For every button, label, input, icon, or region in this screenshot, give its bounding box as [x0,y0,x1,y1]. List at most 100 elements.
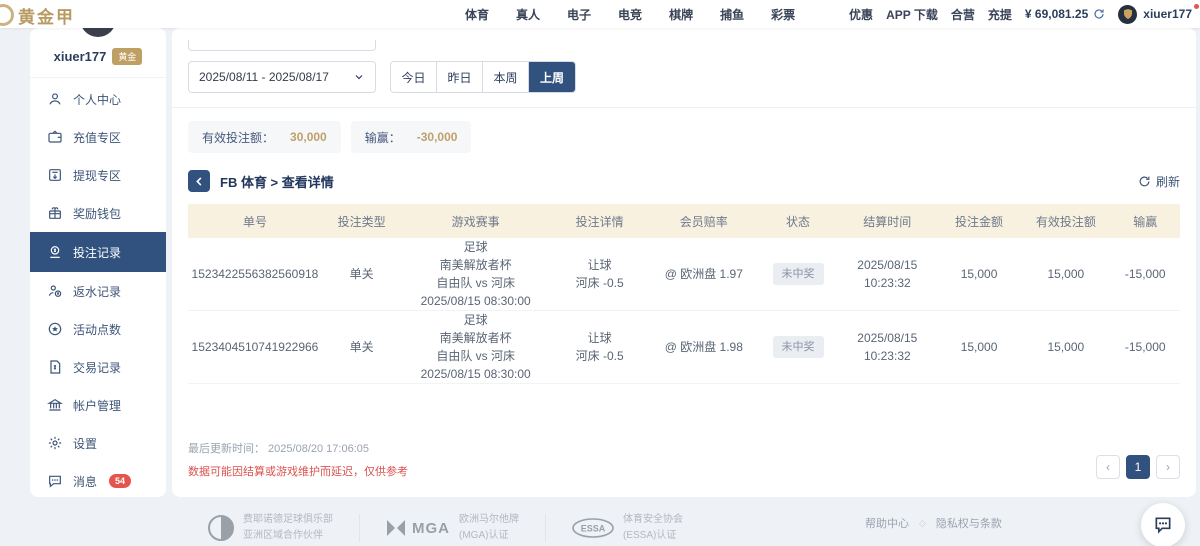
winloss-chip: 输赢： -30,000 [351,121,472,153]
sidebar-item-rebate-records[interactable]: 返水记录 [30,272,166,310]
platform-select-cutoff[interactable] [188,40,376,51]
valid-bet-label: 有效投注额： [202,129,274,146]
cell-bet-detail: 让球 河床 -0.5 [550,256,649,292]
nav-item-slots[interactable]: 电子 [567,6,591,23]
cell-bet-amount: 15,000 [937,338,1021,356]
settle-clock: 10:23:32 [864,349,911,363]
detail-market: 让球 [588,331,612,345]
help-center-link[interactable]: 帮助中心 [865,515,909,531]
cell-bet-type: 单关 [322,265,401,283]
refresh-button[interactable]: 刷新 [1138,173,1180,190]
refresh-balance-icon[interactable] [1093,8,1105,20]
quick-this-week-button[interactable]: 本周 [483,62,529,92]
sidebar-item-transaction-records[interactable]: 交易记录 [30,348,166,386]
section-header: FB 体育 > 查看详情 刷新 [188,170,1180,192]
nav-item-sports[interactable]: 体育 [465,6,489,23]
cert-separator [545,514,546,542]
shield-icon [1122,8,1134,20]
logo-text: 黄金甲 [18,3,75,28]
sidebar-item-account-management[interactable]: 帐户管理 [30,386,166,424]
link-separator-icon: ◇ [919,518,926,529]
divider [172,107,1196,108]
sidebar-item-messages[interactable]: 消息 54 [30,462,166,497]
status-badge: 未中奖 [773,336,824,359]
page-1-button[interactable]: 1 [1126,455,1150,479]
cell-valid-amount: 15,000 [1021,338,1110,356]
withdraw-icon [47,167,63,183]
quick-yesterday-button[interactable]: 昨日 [437,62,483,92]
sidebar-item-withdraw[interactable]: 提现专区 [30,156,166,194]
quick-today-button[interactable]: 今日 [391,62,437,92]
nav-item-lottery[interactable]: 彩票 [771,6,795,23]
quick-last-week-button[interactable]: 上周 [529,62,575,92]
notification-dot [1194,4,1199,9]
user-menu[interactable]: xiuer177 [1118,5,1192,24]
sidebar-item-settings[interactable]: 设置 [30,424,166,462]
star-circle-icon [47,321,63,337]
winloss-value: -30,000 [417,130,458,144]
col-order-id: 单号 [188,213,322,230]
link-promos[interactable]: 优惠 [849,6,873,23]
col-bet-type: 投注类型 [322,213,401,230]
settle-clock: 10:23:32 [864,276,911,290]
cert-feyenoord: 费耶诺德足球俱乐部 亚洲区域合作伙伴 [208,512,333,544]
event-teams: 自由队 vs 河床 [436,349,515,363]
nav-item-cards[interactable]: 棋牌 [669,6,693,23]
col-bet-detail: 投注详情 [550,213,649,230]
sidebar-username: xiuer177 [54,49,107,64]
balance-amount: ¥ 69,081.25 [1025,7,1088,21]
back-button[interactable] [188,170,210,192]
site-logo[interactable]: 黄金甲 [6,3,75,28]
nav-item-esports[interactable]: 电竞 [618,6,642,23]
nav-item-live[interactable]: 真人 [516,6,540,23]
table-row[interactable]: 1523422556382560918 单关 足球 南美解放者杯 自由队 vs … [188,238,1180,311]
cell-winloss: -15,000 [1110,338,1179,356]
cert-line2: (MGA)认证 [459,530,508,541]
sidebar-item-bet-records[interactable]: 投注记录 [30,232,166,272]
header-username: xiuer177 [1143,7,1192,21]
cert-line2: 亚洲区域合作伙伴 [243,530,323,541]
link-app-download[interactable]: APP 下载 [886,6,938,23]
cell-valid-amount: 15,000 [1021,265,1110,283]
refresh-icon [1138,175,1151,188]
next-page-button[interactable]: › [1156,455,1180,479]
cert-line1: 体育安全协会 [623,514,683,525]
table-row[interactable]: 1523404510741922966 单关 足球 南美解放者杯 自由队 vs … [188,311,1180,384]
sidebar-item-label: 个人中心 [73,91,121,108]
vip-level-badge: 黄金 [112,48,142,65]
main-nav: 体育 真人 电子 电竞 棋牌 捕鱼 彩票 [465,0,795,28]
bank-icon [47,397,63,413]
delay-warning-text: 数据可能因结算或游戏维护而延迟，仅供参考 [188,463,408,479]
event-league: 南美解放者杯 [440,258,512,272]
date-range-select[interactable]: 2025/08/11 - 2025/08/17 [188,61,376,93]
svg-text:ESSA: ESSA [581,524,606,534]
link-affiliate[interactable]: 合营 [951,6,975,23]
message-icon [47,473,63,489]
prev-page-button[interactable]: ‹ [1096,455,1120,479]
settle-date: 2025/08/15 [857,258,917,272]
balance-display[interactable]: ¥ 69,081.25 [1025,7,1105,21]
sidebar-user-section: xiuer177 黄金 [30,28,166,78]
link-deposit-withdraw[interactable]: 充提 [988,6,1012,23]
col-member-odds: 会员赔率 [649,213,758,230]
cert-mga: MGA 欧洲马尔他牌 (MGA)认证 [386,512,519,544]
privacy-terms-link[interactable]: 隐私权与条款 [936,515,1002,531]
chat-button[interactable] [1141,503,1185,546]
site-footer: 费耶诺德足球俱乐部 亚洲区域合作伙伴 MGA 欧洲马尔他牌 (MGA)认证 ES… [0,497,1200,546]
coin-record-icon [47,244,63,260]
sidebar-item-deposit[interactable]: 充值专区 [30,118,166,156]
sidebar-item-reward-wallet[interactable]: 奖励钱包 [30,194,166,232]
sidebar-item-personal-center[interactable]: 个人中心 [30,80,166,118]
page: 黄金甲 体育 真人 电子 电竞 棋牌 捕鱼 彩票 优惠 APP 下载 合营 充提… [0,0,1200,546]
top-header: 黄金甲 体育 真人 电子 电竞 棋牌 捕鱼 彩票 优惠 APP 下载 合营 充提… [0,0,1200,28]
sidebar: xiuer177 黄金 个人中心 充值专区 提现专区 奖励钱包 投注记录 [30,28,166,497]
cell-order-id: 1523422556382560918 [188,265,322,283]
cell-game-event: 足球 南美解放者杯 自由队 vs 河床 2025/08/15 08:30:00 [401,311,550,383]
nav-item-fishing[interactable]: 捕鱼 [720,6,744,23]
cell-status: 未中奖 [758,336,837,359]
col-game-event: 游戏赛事 [401,213,550,230]
valid-bet-chip: 有效投注额： 30,000 [188,121,341,153]
sidebar-item-label: 活动点数 [73,321,121,338]
main-content: 2025/08/11 - 2025/08/17 今日 昨日 本周 上周 有效投注… [172,28,1196,497]
sidebar-item-activity-points[interactable]: 活动点数 [30,310,166,348]
